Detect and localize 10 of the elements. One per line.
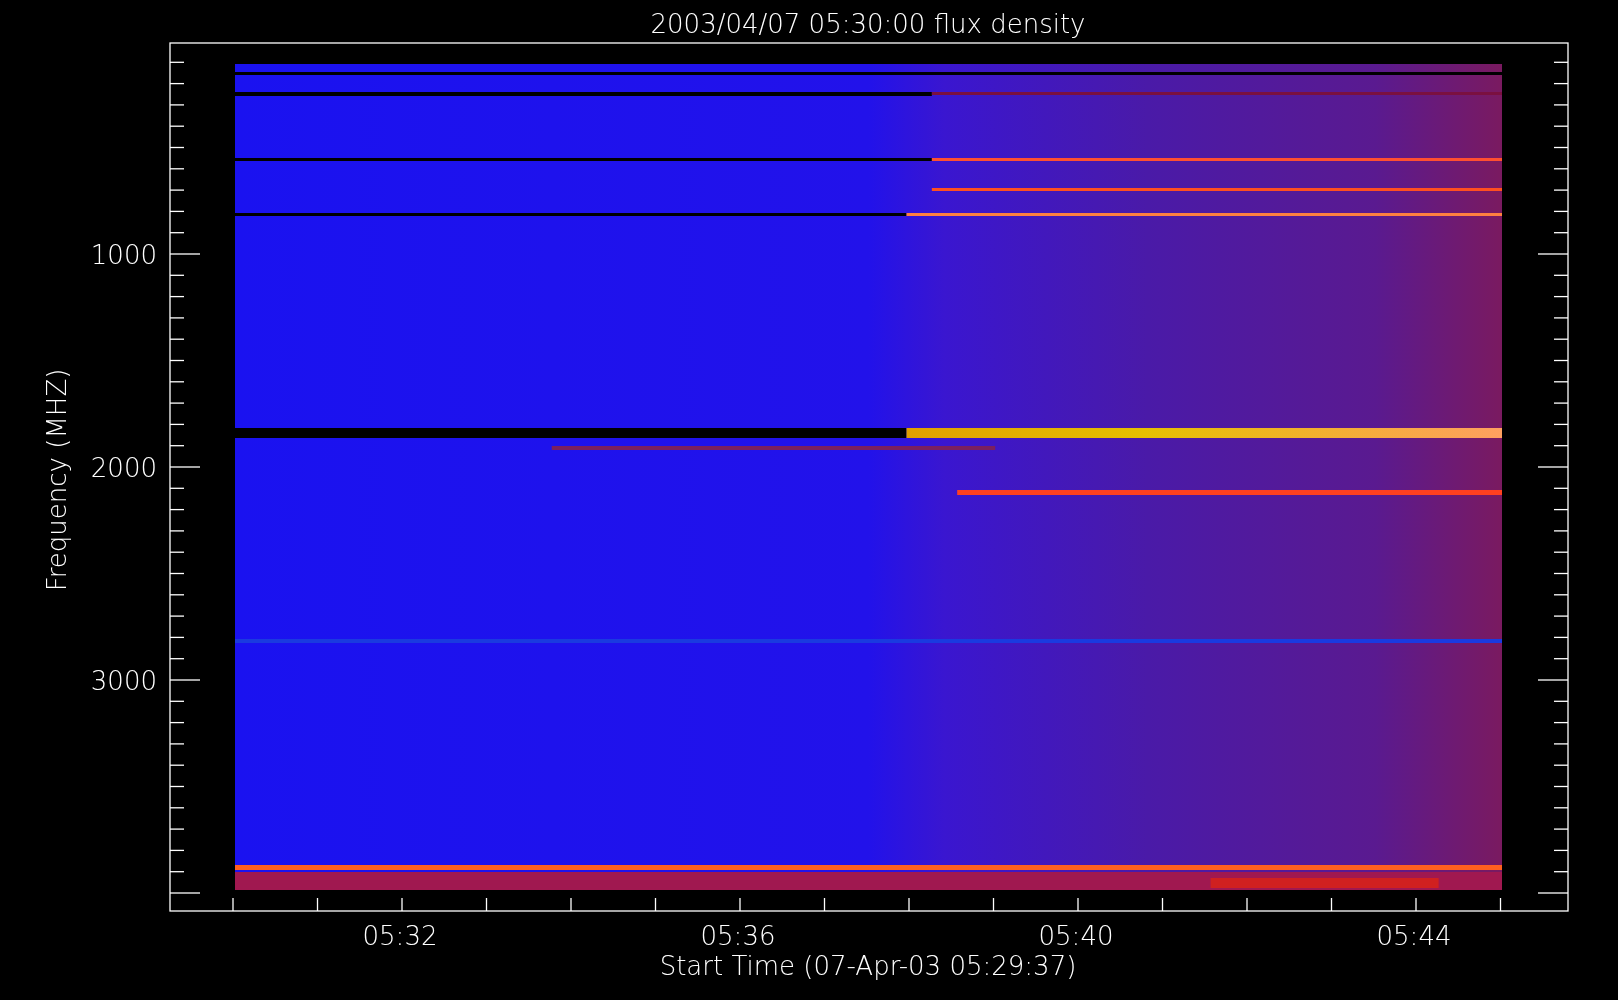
x-tick-label: 05:32 [362,921,438,951]
x-axis-label: Start Time (07-Apr-03 05:29:37) [659,951,1077,981]
y-tick-label: 1000 [90,240,157,270]
y-axis-label: Frequency (MHZ) [42,368,72,592]
y-tick-label: 2000 [90,453,157,483]
x-tick-label: 05:40 [1038,921,1114,951]
chart-title: 2003/04/07 05:30:00 flux density [650,9,1086,39]
x-tick-label: 05:36 [700,921,776,951]
x-tick-label: 05:44 [1376,921,1452,951]
y-tick-label: 3000 [90,666,157,696]
